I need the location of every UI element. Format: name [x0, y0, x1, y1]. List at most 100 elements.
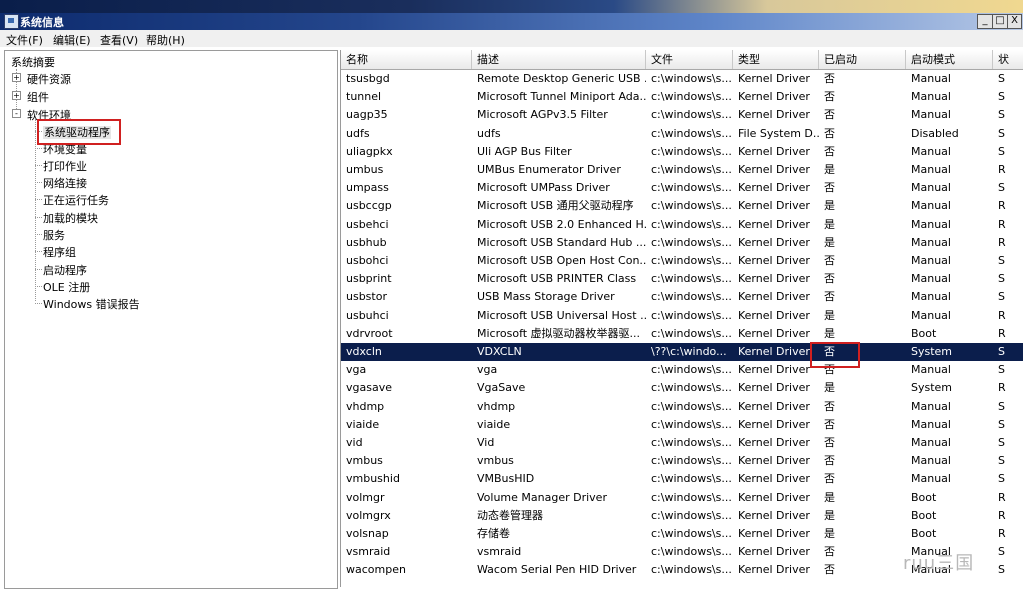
cell-type: Kernel Driver	[738, 217, 810, 231]
table-row[interactable]: volsnap 存储卷 c:\windows\s... Kernel Driver 是 B…	[341, 525, 1023, 543]
table-row[interactable]: tunnel Microsoft Tunnel Miniport Ada... c:…	[341, 88, 1023, 106]
cell-description: Uli AGP Bus Filter	[477, 144, 572, 158]
column-header-type[interactable]: 类型	[733, 50, 819, 69]
cell-description: Microsoft UMPass Driver	[477, 181, 610, 195]
table-row[interactable]: volmgrx 动态卷管理器 c:\windows\s... Kernel Drive…	[341, 507, 1023, 525]
column-header-name[interactable]: 名称	[341, 50, 472, 69]
table-row[interactable]: usbuhci Microsoft USB Universal Host ... c…	[341, 307, 1023, 325]
tree-branch	[35, 182, 42, 183]
tree-item-system-summary[interactable]: 系统摘要	[11, 54, 55, 70]
table-row[interactable]: usbccgp Microsoft USB 通用父驱动程序 c:\windows\s…	[341, 197, 1023, 215]
column-header-start-mode[interactable]: 启动模式	[906, 50, 993, 69]
cell-name: usbprint	[346, 272, 392, 286]
tree-item-loaded-modules[interactable]: 加载的模块	[43, 210, 98, 226]
cell-status: S	[998, 254, 1005, 267]
table-row[interactable]: vdrvroot Microsoft 虚拟驱动器枚举器驱... c:\windows…	[341, 325, 1023, 343]
close-button[interactable]: X	[1007, 14, 1022, 29]
table-row[interactable]: umbus UMBus Enumerator Driver c:\windows\s…	[341, 161, 1023, 179]
cell-status: S	[998, 363, 1005, 377]
cell-file: c:\windows\s...	[651, 217, 732, 231]
cell-description: Vid	[477, 436, 495, 449]
cell-type: Kernel Driver	[738, 381, 810, 395]
table-row[interactable]: vhdmp vhdmp c:\windows\s... Kernel Driver 否 M…	[341, 398, 1023, 416]
maximize-button[interactable]: □	[992, 14, 1008, 29]
table-row[interactable]: usbhub Microsoft USB Standard Hub ... c:\w…	[341, 234, 1023, 252]
cell-type: Kernel Driver	[738, 545, 810, 559]
table-row[interactable]: viaide viaide c:\windows\s... Kernel Driver…	[341, 416, 1023, 434]
table-row[interactable]: usbprint Microsoft USB PRINTER Class c:\wi…	[341, 270, 1023, 288]
column-header-file[interactable]: 文件	[646, 50, 733, 69]
cell-status: S	[998, 454, 1005, 468]
cell-type: Kernel Driver	[738, 490, 810, 504]
table-row[interactable]: usbstor USB Mass Storage Driver c:\windows…	[341, 288, 1023, 306]
cell-type: Kernel Driver	[738, 454, 810, 468]
table-row[interactable]: vdxcln VDXCLN \??\c:\windo... Kernel Driver…	[341, 343, 1023, 362]
cell-description: Wacom Serial Pen HID Driver	[477, 563, 637, 577]
cell-start-mode: Manual	[911, 90, 951, 104]
tree-item-network-connections[interactable]: 网络连接	[43, 175, 87, 191]
cell-started: 是	[824, 235, 835, 249]
tree-item-print-jobs[interactable]: 打印作业	[43, 158, 87, 174]
menu-edit[interactable]: 编辑(E)	[53, 32, 91, 48]
table-row[interactable]: vmbus vmbus c:\windows\s... Kernel Driver 否 M…	[341, 452, 1023, 470]
menu-view[interactable]: 查看(V)	[100, 32, 138, 48]
cell-started: 是	[824, 527, 835, 540]
table-row[interactable]: usbohci Microsoft USB Open Host Con... c:\…	[341, 252, 1023, 270]
cell-type: Kernel Driver	[738, 308, 810, 322]
cell-name: vsmraid	[346, 545, 391, 559]
cell-description: 动态卷管理器	[477, 508, 543, 522]
table-row[interactable]: umpass Microsoft UMPass Driver c:\windows\…	[341, 179, 1023, 197]
cell-status: S	[998, 545, 1005, 559]
menu-file[interactable]: 文件(F)	[6, 32, 43, 48]
tree-item-hardware[interactable]: 硬件资源	[27, 71, 71, 87]
tree-item-windows-error-reporting[interactable]: Windows 错误报告	[43, 296, 140, 312]
column-header-description[interactable]: 描述	[472, 50, 646, 69]
cell-start-mode: Manual	[911, 417, 951, 431]
tree-item-running-tasks[interactable]: 正在运行任务	[43, 192, 109, 208]
cell-description: Microsoft USB PRINTER Class	[477, 272, 637, 286]
table-row[interactable]: vid Vid c:\windows\s... Kernel Driver 否 Manua…	[341, 434, 1023, 452]
table-row[interactable]: usbehci Microsoft USB 2.0 Enhanced H... c:…	[341, 216, 1023, 234]
cell-type: Kernel Driver	[738, 527, 810, 540]
tree-item-startup-programs[interactable]: 启动程序	[43, 262, 87, 278]
cell-start-mode: Manual	[911, 399, 951, 413]
expand-icon[interactable]: +	[12, 91, 21, 100]
cell-file: c:\windows\s...	[651, 472, 732, 486]
tree-item-components[interactable]: 组件	[27, 89, 49, 105]
tree-item-ole-registration[interactable]: OLE 注册	[43, 279, 90, 295]
tree-item-services[interactable]: 服务	[43, 227, 65, 243]
cell-start-mode: Manual	[911, 272, 951, 286]
tree-branch	[35, 234, 42, 235]
table-row[interactable]: uliagpkx Uli AGP Bus Filter c:\windows\s..…	[341, 143, 1023, 161]
cell-start-mode: Boot	[911, 527, 937, 540]
cell-name: vmbus	[346, 454, 383, 468]
column-header-status[interactable]: 状	[993, 50, 1023, 69]
table-row[interactable]: volmgr Volume Manager Driver c:\windows\s.…	[341, 489, 1023, 507]
cell-start-mode: Manual	[911, 235, 951, 249]
tree-item-program-groups[interactable]: 程序组	[43, 244, 76, 260]
cell-name: vdxcln	[346, 345, 382, 358]
driver-list[interactable]: 名称 描述 文件 类型 已启动 启动模式 状 tsusbgd Remote Des…	[340, 50, 1023, 587]
cell-status: S	[998, 563, 1005, 577]
cell-status: S	[998, 472, 1005, 486]
cell-type: Kernel Driver	[738, 90, 810, 104]
table-row[interactable]: tsusbgd Remote Desktop Generic USB ... c:\…	[341, 70, 1023, 88]
cell-started: 是	[824, 163, 835, 176]
table-row[interactable]: vgasave VgaSave c:\windows\s... Kernel Driv…	[341, 379, 1023, 397]
table-row[interactable]: udfs udfs c:\windows\s... File System D... 否…	[341, 125, 1023, 143]
table-row[interactable]: uagp35 Microsoft AGPv3.5 Filter c:\windows…	[341, 106, 1023, 124]
cell-start-mode: Manual	[911, 181, 951, 195]
table-row[interactable]: vmbushid VMBusHID c:\windows\s... Kernel Dr…	[341, 470, 1023, 488]
minimize-button[interactable]: _	[977, 14, 993, 29]
column-header-started[interactable]: 已启动	[819, 50, 906, 69]
cell-description: Volume Manager Driver	[477, 490, 607, 504]
menu-help[interactable]: 帮助(H)	[146, 32, 185, 48]
cell-description: Microsoft USB Universal Host ...	[477, 308, 646, 322]
cell-name: tunnel	[346, 90, 382, 104]
table-row[interactable]: vga vga c:\windows\s... Kernel Driver 否 Manua…	[341, 361, 1023, 379]
expand-icon[interactable]: +	[12, 73, 21, 82]
collapse-icon[interactable]: -	[12, 109, 21, 118]
cell-description: VMBusHID	[477, 472, 535, 486]
cell-start-mode: System	[911, 381, 953, 395]
cell-status: S	[998, 181, 1005, 195]
